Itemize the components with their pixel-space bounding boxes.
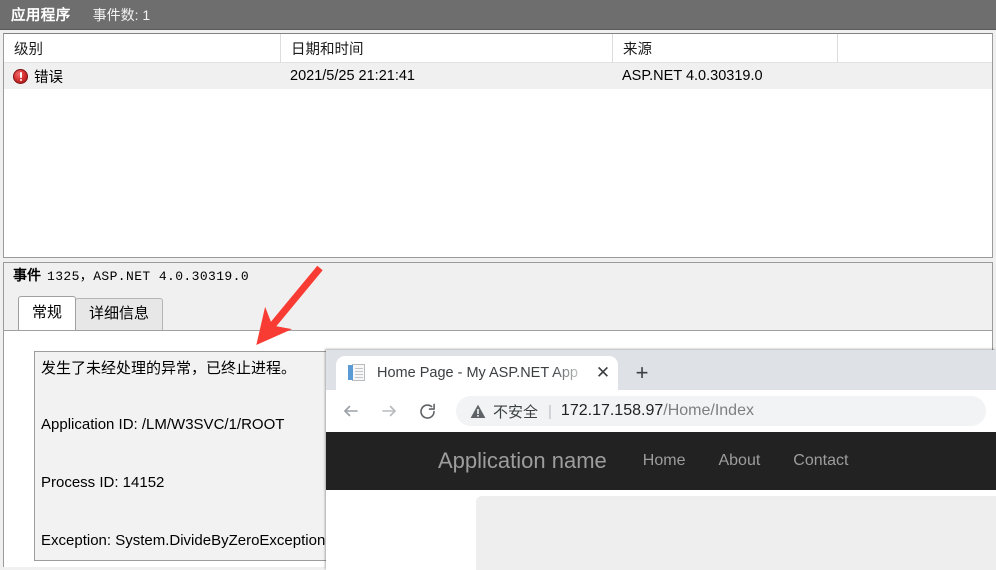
page-viewport: Application name Home About Contact [326,432,996,570]
error-icon [13,68,28,84]
nav-link-about[interactable]: About [718,452,760,470]
tab-details[interactable]: 详细信息 [75,298,164,330]
column-header-source[interactable]: 来源 [613,34,838,63]
event-detail-label: 事件 [13,266,41,283]
warning-triangle-icon [470,404,486,418]
column-header-level[interactable]: 级别 [4,34,281,63]
back-button[interactable] [336,396,366,426]
security-status-label: 不安全 [493,403,539,421]
site-body [326,490,996,570]
new-tab-button[interactable]: + [628,359,656,387]
close-tab-icon[interactable]: ✕ [590,360,616,386]
column-header-extra[interactable] [838,34,992,63]
address-bar[interactable]: 不安全 | 172.17.158.97/Home/Index [456,396,986,426]
table-row[interactable]: 错误 2021/5/25 21:21:41 ASP.NET 4.0.30319.… [4,63,992,89]
tab-general[interactable]: 常规 [18,296,77,330]
chrome-tabstrip: Home Page - My ASP.NET App ✕ + [326,350,996,390]
omnibox-separator: | [548,402,552,420]
chrome-browser-window: Home Page - My ASP.NET App ✕ + 不安全 | 172… [326,350,996,570]
jumbotron-panel [476,496,996,570]
site-brand-link[interactable]: Application name [438,448,607,474]
cell-datetime: 2021/5/25 21:21:41 [290,68,415,84]
column-header-datetime[interactable]: 日期和时间 [281,34,613,63]
site-nav-links: Home About Contact [643,452,882,470]
nav-link-home[interactable]: Home [643,452,686,470]
nav-link-contact[interactable]: Contact [793,452,848,470]
browser-tab[interactable]: Home Page - My ASP.NET App ✕ [336,356,618,390]
chrome-toolbar: 不安全 | 172.17.158.97/Home/Index [326,390,996,432]
cell-source: ASP.NET 4.0.30319.0 [622,68,763,84]
url-host: 172.17.158.97 [560,402,664,419]
event-detail-tabstrip: 常规 详细信息 [3,286,993,330]
event-viewer-titlebar: 应用程序 事件数: 1 [0,0,996,30]
cell-level-label: 错误 [34,69,63,86]
event-list-pane[interactable]: 级别 日期和时间 来源 错误 2021/5/25 21:21:41 ASP.NE… [3,33,993,258]
tabs-row: 常规 详细信息 [18,296,164,330]
event-count-label: 事件数: 1 [92,6,151,23]
log-name-label: 应用程序 [11,8,71,24]
browser-tab-title: Home Page - My ASP.NET App [377,365,578,381]
site-navbar: Application name Home About Contact [326,432,996,490]
url-text: 172.17.158.97/Home/Index [561,402,754,420]
event-detail-header: 事件 1325，ASP.NET 4.0.30319.0 [3,262,993,286]
forward-button[interactable] [374,396,404,426]
reload-button[interactable] [412,396,442,426]
cell-extra [838,63,992,89]
event-detail-value: 1325，ASP.NET 4.0.30319.0 [47,269,250,284]
cell-level: 错误 [4,63,281,89]
page-favicon-icon [348,364,365,382]
url-path: /Home/Index [663,402,754,419]
event-list-column-header: 级别 日期和时间 来源 [4,34,992,63]
